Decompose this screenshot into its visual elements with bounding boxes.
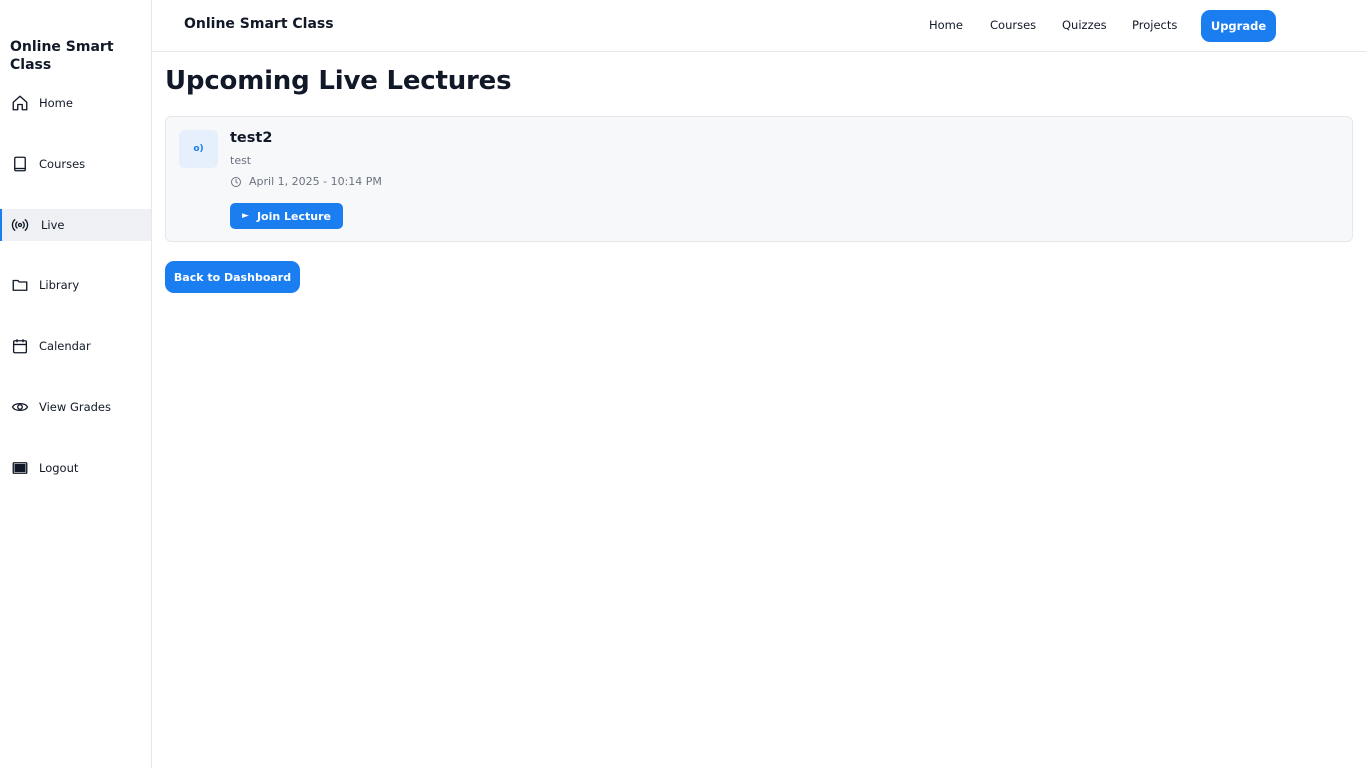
nav-link-courses[interactable]: Courses bbox=[990, 18, 1036, 32]
sidebar-item-label: View Grades bbox=[39, 400, 111, 414]
app-title: Online Smart Class bbox=[184, 16, 334, 32]
clock-icon bbox=[230, 176, 242, 188]
broadcast-icon bbox=[11, 216, 29, 234]
nav-link-home[interactable]: Home bbox=[929, 18, 963, 32]
page-title: Upcoming Live Lectures bbox=[165, 66, 512, 96]
sidebar-item-label: Courses bbox=[39, 157, 86, 171]
sidebar-item-view-grades[interactable]: View Grades bbox=[0, 391, 151, 423]
logout-icon bbox=[11, 459, 29, 477]
sidebar-item-calendar[interactable]: Calendar bbox=[0, 330, 151, 362]
sidebar-item-label: Logout bbox=[39, 461, 79, 475]
join-lecture-label: Join Lecture bbox=[256, 209, 331, 223]
calendar-icon bbox=[11, 337, 29, 355]
nav-link-quizzes[interactable]: Quizzes bbox=[1062, 18, 1107, 32]
folder-icon bbox=[11, 276, 29, 294]
sidebar: Online Smart Class Home Courses Live Lib… bbox=[0, 0, 152, 768]
lecture-title: test2 bbox=[230, 130, 273, 146]
upgrade-button[interactable]: Upgrade bbox=[1201, 10, 1276, 42]
eye-icon bbox=[11, 398, 29, 416]
sidebar-item-live[interactable]: Live bbox=[0, 209, 151, 241]
lecture-datetime: April 1, 2025 - 10:14 PM bbox=[249, 175, 382, 188]
sidebar-item-logout[interactable]: Logout bbox=[0, 452, 151, 484]
top-navbar: Online Smart Class Home Courses Quizzes … bbox=[152, 0, 1366, 52]
book-icon bbox=[11, 155, 29, 173]
sidebar-item-label: Calendar bbox=[39, 339, 91, 353]
live-lecture-icon: o) bbox=[179, 130, 218, 168]
join-lecture-button[interactable]: ► Join Lecture bbox=[230, 203, 343, 229]
lecture-card: o) test2 test April 1, 2025 - 10:14 PM ►… bbox=[165, 116, 1353, 242]
sidebar-item-library[interactable]: Library bbox=[0, 269, 151, 301]
sidebar-item-label: Library bbox=[39, 278, 80, 292]
back-to-dashboard-button[interactable]: Back to Dashboard bbox=[165, 261, 300, 293]
sidebar-item-label: Live bbox=[41, 218, 65, 232]
sidebar-item-courses[interactable]: Courses bbox=[0, 148, 151, 180]
live-icon-glyph: o) bbox=[193, 144, 204, 154]
home-icon bbox=[11, 94, 29, 112]
lecture-description: test bbox=[230, 154, 252, 167]
sidebar-brand: Online Smart Class bbox=[10, 39, 114, 73]
sidebar-item-home[interactable]: Home bbox=[0, 87, 151, 119]
play-icon: ► bbox=[242, 211, 249, 221]
sidebar-item-label: Home bbox=[39, 96, 73, 110]
app-root: Online Smart Class Home Courses Live Lib… bbox=[0, 0, 1366, 768]
lecture-datetime-row: April 1, 2025 - 10:14 PM bbox=[230, 175, 382, 188]
nav-link-projects[interactable]: Projects bbox=[1132, 18, 1177, 32]
